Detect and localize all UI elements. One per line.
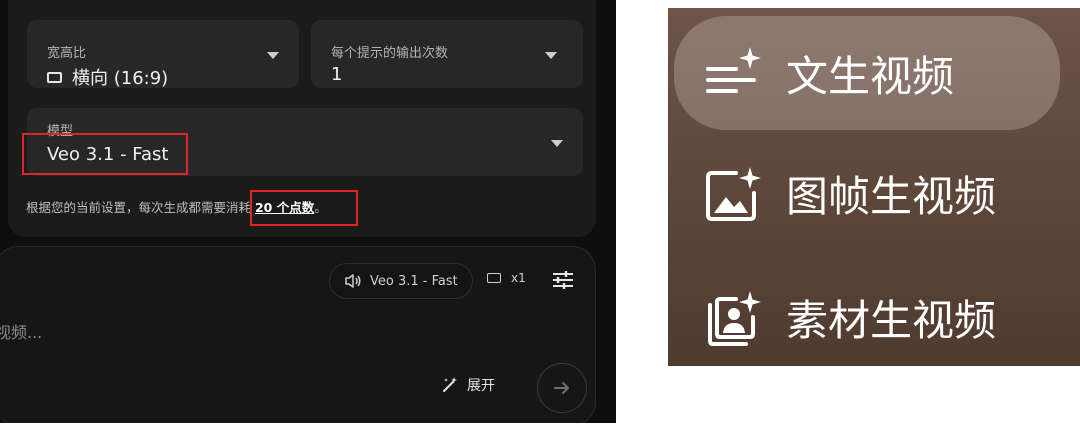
menu-item-text-to-video[interactable]: 文生视频 — [674, 16, 1060, 130]
settings-card: 宽高比 横向 (16:9) 每个提示的输出次数 1 模型 Veo 3.1 - F… — [8, 0, 596, 237]
output-count-chip-label: x1 — [511, 271, 526, 285]
cost-note-suffix: 。 — [314, 200, 327, 215]
chevron-down-icon — [551, 140, 563, 147]
model-label: 模型 — [47, 124, 74, 139]
expand-label: 展开 — [467, 378, 495, 394]
magic-wand-icon — [443, 377, 457, 392]
landscape-rect-icon — [487, 273, 501, 283]
model-chip-label: Veo 3.1 - Fast — [370, 273, 458, 289]
landscape-rect-icon — [47, 71, 62, 83]
cost-note-prefix: 根据您的当前设置，每次生成都需要消耗 — [26, 200, 255, 215]
menu-item-ingredients-to-video[interactable]: 素材生视频 — [674, 260, 1060, 366]
aspect-ratio-text: 横向 (16:9) — [72, 68, 169, 89]
model-value: Veo 3.1 - Fast — [47, 144, 169, 165]
chevron-down-icon — [545, 52, 557, 59]
send-button[interactable] — [537, 363, 587, 413]
output-count-value: 1 — [331, 64, 343, 85]
cost-points-link[interactable]: 20 个点数 — [255, 200, 314, 215]
arrow-right-icon — [554, 382, 569, 394]
ratio-count-chip[interactable]: x1 — [487, 271, 526, 285]
menu-item-frames-to-video[interactable]: 图帧生视频 — [674, 136, 1060, 250]
output-count-select[interactable]: 每个提示的输出次数 1 — [311, 20, 583, 88]
aspect-ratio-value: 横向 (16:9) — [47, 64, 168, 90]
model-select[interactable]: 模型 Veo 3.1 - Fast — [27, 108, 583, 176]
image-sparkle-icon — [706, 167, 761, 221]
menu-item-label: 图帧生视频 — [786, 171, 997, 221]
output-count-label: 每个提示的输出次数 — [331, 46, 449, 61]
expand-button[interactable]: 展开 — [441, 375, 495, 395]
cost-note: 根据您的当前设置，每次生成都需要消耗 20 个点数。 — [26, 197, 327, 216]
aspect-ratio-select[interactable]: 宽高比 横向 (16:9) — [27, 20, 299, 90]
generation-mode-menu: 文生视频 图帧生视频 素材生视频 — [668, 8, 1080, 366]
chevron-down-icon — [267, 52, 279, 59]
aspect-ratio-label: 宽高比 — [47, 46, 87, 61]
prompt-bar: Veo 3.1 - Fast x1 视频... 展开 — [0, 246, 596, 423]
text-sparkle-icon — [706, 47, 761, 93]
tune-settings-icon[interactable] — [551, 269, 575, 291]
video-settings-panel: 宽高比 横向 (16:9) 每个提示的输出次数 1 模型 Veo 3.1 - F… — [0, 0, 616, 423]
menu-item-label: 素材生视频 — [786, 295, 997, 345]
speaker-icon — [345, 274, 361, 288]
menu-item-label: 文生视频 — [786, 51, 955, 101]
portrait-stack-sparkle-icon — [708, 291, 761, 346]
prompt-placeholder[interactable]: 视频... — [0, 319, 42, 343]
model-chip[interactable]: Veo 3.1 - Fast — [329, 263, 473, 299]
